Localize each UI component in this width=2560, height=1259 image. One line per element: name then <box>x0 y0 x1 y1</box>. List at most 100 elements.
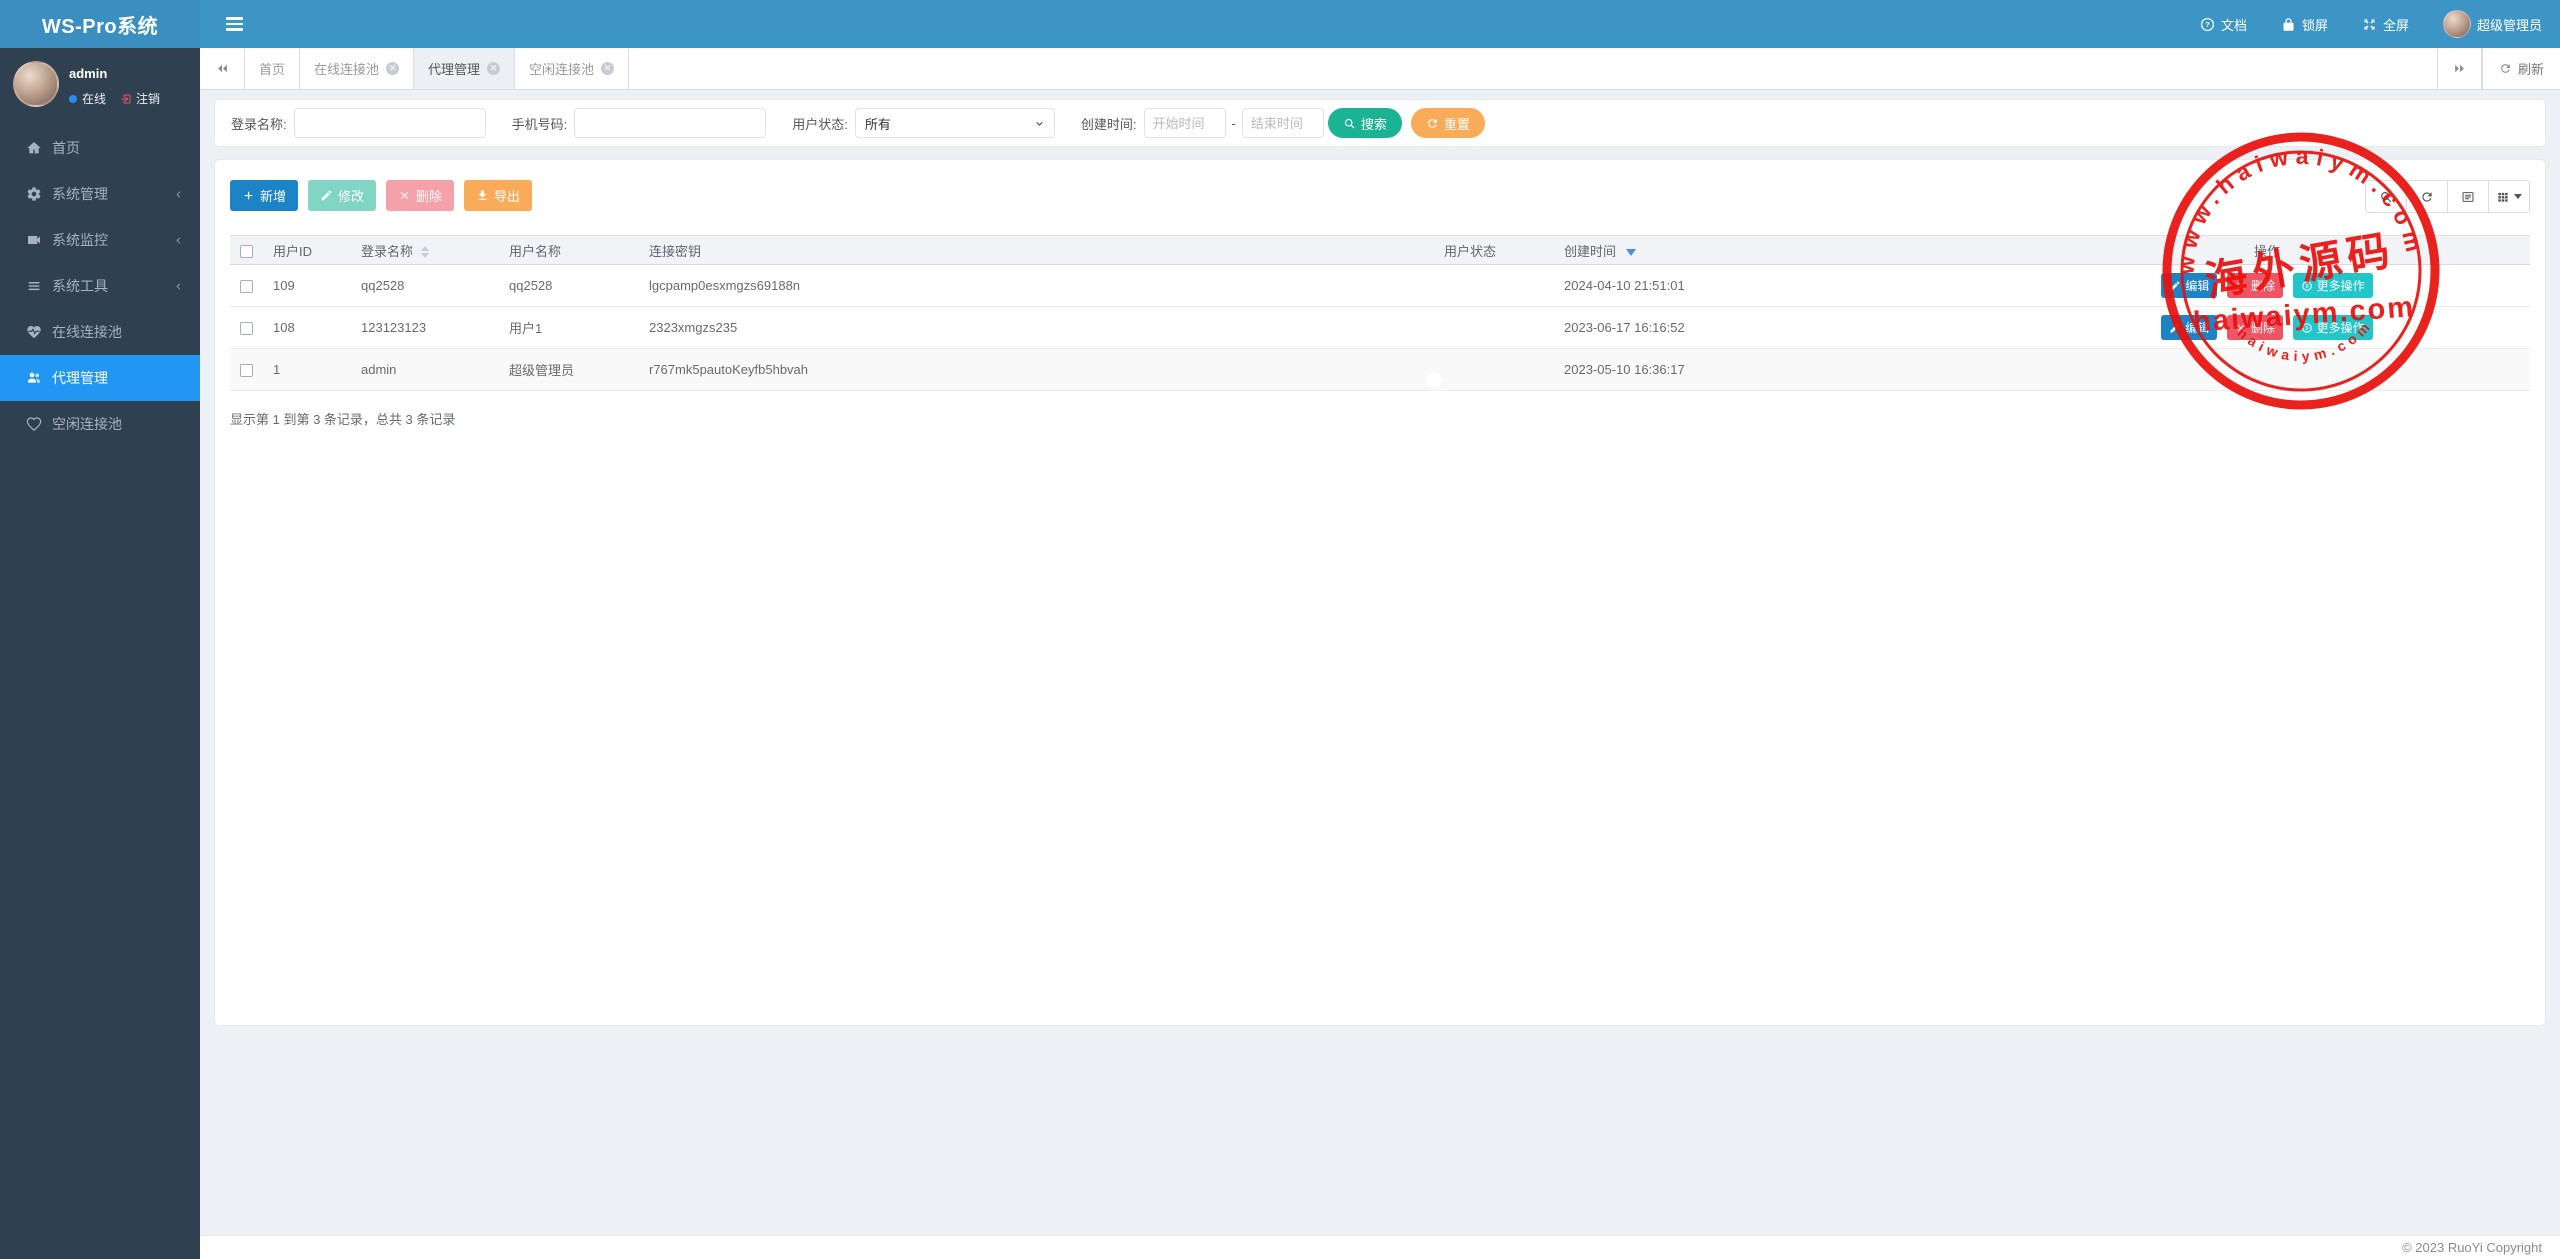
tab-online-pool[interactable]: 在线连接池 ✕ <box>300 48 414 89</box>
sidebar-item-idle-pool[interactable]: 空闲连接池 <box>0 401 200 447</box>
app-logo: WS-Pro系统 <box>0 0 200 48</box>
start-time-input[interactable] <box>1144 108 1226 138</box>
circle-chevron-right-icon <box>2301 280 2313 292</box>
home-icon <box>26 140 42 156</box>
chevron-down-icon <box>1034 118 1045 129</box>
sidebar-item-agent-admin[interactable]: 代理管理 <box>0 355 200 401</box>
table-row[interactable]: 108 123123123 用户1 2323xmgzs235 2023-06-1… <box>230 307 2530 349</box>
search-button[interactable]: 搜索 <box>1328 108 1402 138</box>
svg-text:?: ? <box>2205 20 2210 29</box>
tabs-scroll-left-button[interactable] <box>200 48 245 89</box>
fullscreen-button[interactable]: 全屏 <box>2362 15 2409 34</box>
lock-icon <box>2281 17 2296 32</box>
cell-login-name: admin <box>351 349 499 391</box>
heartbeat-icon <box>26 324 42 340</box>
user-menu[interactable]: 超级管理员 <box>2443 10 2542 38</box>
row-checkbox[interactable] <box>240 364 253 377</box>
end-time-input[interactable] <box>1242 108 1324 138</box>
export-button[interactable]: 导出 <box>464 180 532 211</box>
col-created-time[interactable]: 创建时间 <box>1554 236 2004 265</box>
cell-login-name: qq2528 <box>351 265 499 307</box>
user-status-label: 用户状态: <box>792 114 848 133</box>
sort-icon[interactable] <box>421 246 429 258</box>
sidebar-user-panel: admin 在线 注销 <box>0 48 200 119</box>
cell-created-time: 2023-05-10 16:36:17 <box>1554 349 2004 391</box>
table-row[interactable]: 109 qq2528 qq2528 lgcpamp0esxmgzs69188n … <box>230 265 2530 307</box>
table-search-button[interactable] <box>2365 180 2407 213</box>
close-icon[interactable]: ✕ <box>601 62 614 75</box>
cell-user-id: 1 <box>263 349 351 391</box>
double-chevron-right-icon <box>2453 62 2466 75</box>
close-icon[interactable]: ✕ <box>386 62 399 75</box>
tab-refresh-button[interactable]: 刷新 <box>2482 48 2560 89</box>
chevron-left-icon <box>173 189 184 200</box>
username-label: 超级管理员 <box>2477 15 2542 34</box>
sidebar-toggle-icon[interactable] <box>226 17 243 31</box>
modify-button[interactable]: 修改 <box>308 180 376 211</box>
delete-button[interactable]: 删除 <box>386 180 454 211</box>
logout-button[interactable]: 注销 <box>120 90 160 107</box>
sort-desc-icon <box>1626 249 1636 256</box>
row-delete-button[interactable]: 删除 <box>2227 315 2283 340</box>
online-status-label: 在线 <box>82 90 106 107</box>
search-icon <box>2379 190 2393 204</box>
row-edit-button[interactable]: 编辑 <box>2161 273 2217 298</box>
add-button[interactable]: 新增 <box>230 180 298 211</box>
col-login-name[interactable]: 登录名称 <box>351 236 499 265</box>
row-more-actions-button[interactable]: 更多操作 <box>2293 315 2373 340</box>
table-refresh-button[interactable] <box>2406 180 2448 213</box>
table-detail-view-button[interactable] <box>2447 180 2489 213</box>
user-status-select[interactable]: 所有 <box>855 108 1055 138</box>
double-chevron-left-icon <box>216 62 229 75</box>
sidebar-item-system-admin[interactable]: 系统管理 <box>0 171 200 217</box>
login-name-input[interactable] <box>294 108 486 138</box>
cell-login-name: 123123123 <box>351 307 499 349</box>
sidebar-item-online-pool[interactable]: 在线连接池 <box>0 309 200 355</box>
cell-connection-key: r767mk5pautoKeyfb5hbvah <box>639 349 1434 391</box>
range-separator: - <box>1232 116 1236 131</box>
pencil-icon <box>2169 322 2181 334</box>
tab-idle-pool[interactable]: 空闲连接池 ✕ <box>515 48 629 89</box>
created-time-label: 创建时间: <box>1081 114 1137 133</box>
table-row[interactable]: 1 admin 超级管理员 r767mk5pautoKeyfb5hbvah 20… <box>230 349 2530 391</box>
reset-button[interactable]: 重置 <box>1411 108 1485 138</box>
cell-created-time: 2024-04-10 21:51:01 <box>1554 265 2004 307</box>
chevron-left-icon <box>173 235 184 246</box>
col-connection-key: 连接密钥 <box>639 236 1434 265</box>
table-columns-button[interactable] <box>2488 180 2530 213</box>
sidebar-item-system-tools[interactable]: 系统工具 <box>0 263 200 309</box>
lock-screen-link[interactable]: 锁屏 <box>2281 15 2328 34</box>
pagination-summary: 显示第 1 到第 3 条记录，总共 3 条记录 <box>230 409 2530 428</box>
col-actions: 操作 <box>2004 236 2530 265</box>
row-delete-button[interactable]: 删除 <box>2227 273 2283 298</box>
copyright-label: © 2023 RuoYi Copyright <box>2402 1240 2542 1255</box>
phone-input[interactable] <box>574 108 766 138</box>
close-icon[interactable]: ✕ <box>487 62 500 75</box>
tabs-scroll-right-button[interactable] <box>2437 48 2482 89</box>
main-content: 登录名称: 手机号码: 用户状态: 所有 创建时间: - 搜索 重置 <box>200 90 2560 1235</box>
users-icon <box>26 370 42 386</box>
docs-link[interactable]: ? 文档 <box>2200 15 2247 34</box>
sidebar-item-home[interactable]: 首页 <box>0 125 200 171</box>
gear-icon <box>26 186 42 202</box>
row-checkbox[interactable] <box>240 322 253 335</box>
search-panel: 登录名称: 手机号码: 用户状态: 所有 创建时间: - 搜索 重置 <box>214 99 2546 147</box>
phone-label: 手机号码: <box>512 114 568 133</box>
sidebar-username: admin <box>69 66 160 81</box>
video-icon <box>26 232 42 248</box>
row-edit-button[interactable]: 编辑 <box>2161 315 2217 340</box>
sign-out-icon <box>120 93 132 105</box>
x-icon <box>2235 280 2247 292</box>
detail-view-icon <box>2461 190 2475 204</box>
row-more-actions-button[interactable]: 更多操作 <box>2293 273 2373 298</box>
pencil-icon <box>2169 280 2181 292</box>
sidebar-item-system-monitor[interactable]: 系统监控 <box>0 217 200 263</box>
row-checkbox[interactable] <box>240 280 253 293</box>
tab-home[interactable]: 首页 <box>245 48 300 89</box>
avatar[interactable] <box>13 61 59 107</box>
tab-agent-admin[interactable]: 代理管理 ✕ <box>414 48 515 89</box>
cell-created-time: 2023-06-17 16:16:52 <box>1554 307 2004 349</box>
select-all-checkbox[interactable] <box>240 245 253 258</box>
search-icon <box>1343 117 1356 130</box>
online-dot-icon <box>69 95 77 103</box>
